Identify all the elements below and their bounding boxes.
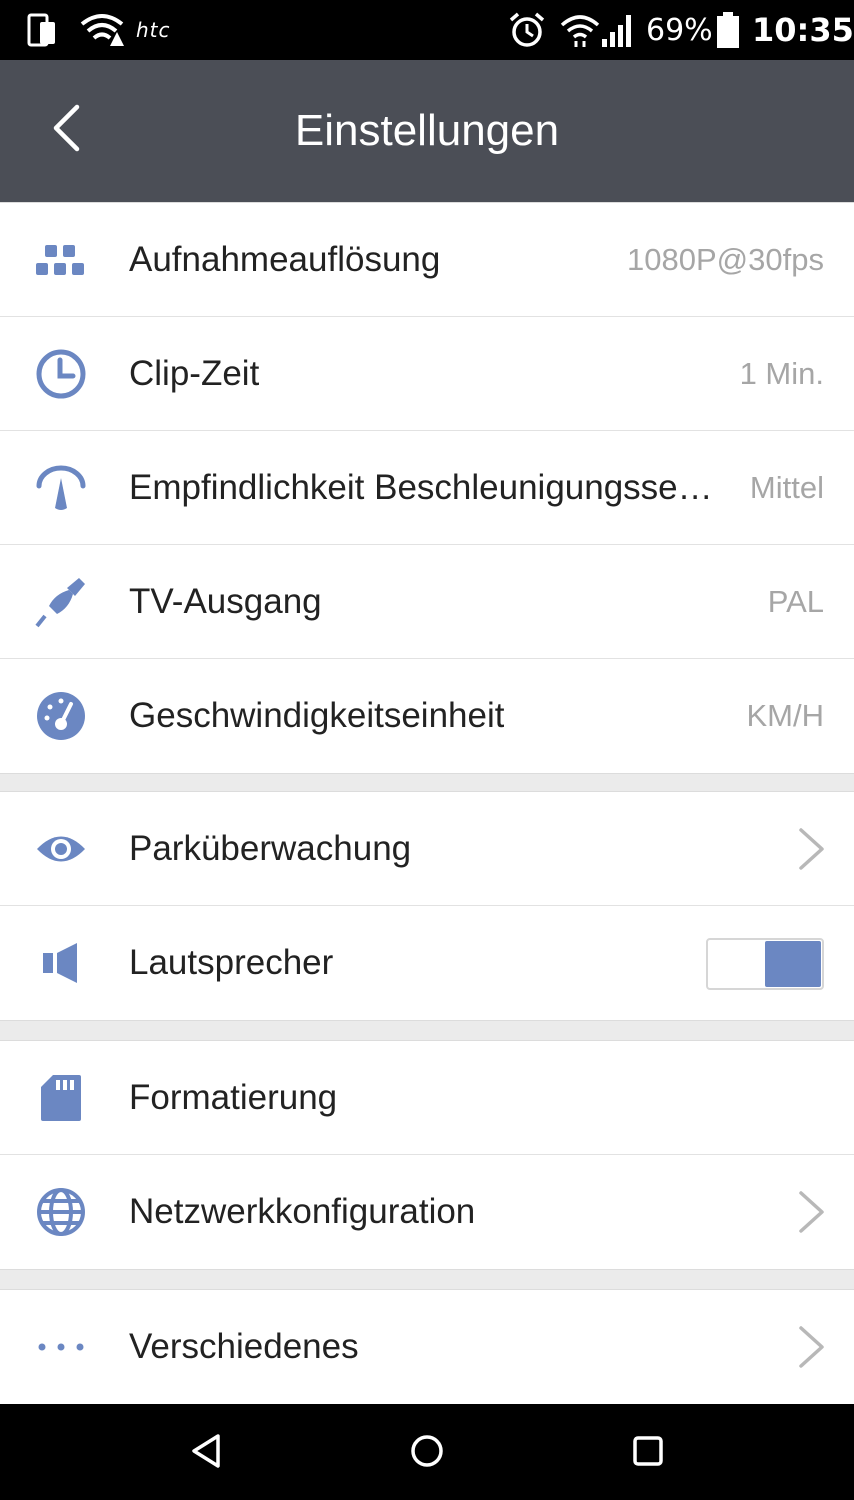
speedometer-icon bbox=[34, 690, 88, 742]
setting-label: Lautsprecher bbox=[129, 943, 334, 982]
more-dots-icon bbox=[34, 1321, 88, 1373]
setting-label: Geschwindigkeitseinheit bbox=[129, 696, 505, 735]
page-title: Einstellungen bbox=[294, 106, 560, 155]
setting-label: Clip-Zeit bbox=[129, 354, 260, 393]
setting-label: Netzwerkkonfiguration bbox=[129, 1192, 476, 1231]
nav-recents-button[interactable] bbox=[621, 1426, 675, 1480]
setting-value: 1 Min. bbox=[739, 356, 824, 391]
globe-icon bbox=[34, 1186, 88, 1238]
toggle-knob bbox=[765, 941, 821, 987]
clock-time: 10:35 bbox=[752, 11, 854, 49]
brand-label: htc bbox=[136, 18, 171, 42]
home-circle-icon bbox=[410, 1434, 444, 1473]
phone-rotate-icon bbox=[26, 0, 58, 60]
setting-miscellaneous[interactable]: Verschiedenes bbox=[0, 1290, 854, 1404]
setting-value: 1080P@30fps bbox=[627, 242, 824, 277]
triangle-back-icon bbox=[190, 1433, 222, 1474]
setting-label: Verschiedenes bbox=[129, 1327, 359, 1366]
speaker-toggle[interactable] bbox=[706, 938, 824, 990]
back-arrow-icon bbox=[51, 104, 81, 157]
setting-clip-time[interactable]: Clip-Zeit 1 Min. bbox=[0, 317, 854, 431]
setting-tv-output[interactable]: TV-Ausgang PAL bbox=[0, 545, 854, 659]
speaker-icon bbox=[34, 937, 88, 989]
status-bar: htc 69% 10:35 bbox=[0, 0, 854, 60]
alarm-icon bbox=[508, 0, 546, 60]
setting-label: TV-Ausgang bbox=[129, 582, 322, 621]
settings-group-misc: Verschiedenes bbox=[0, 1289, 854, 1404]
square-recents-icon bbox=[632, 1435, 664, 1472]
wifi-icon bbox=[560, 0, 600, 60]
signal-icon bbox=[600, 0, 636, 60]
setting-value: KM/H bbox=[746, 698, 825, 733]
eye-icon bbox=[34, 823, 88, 875]
nav-home-button[interactable] bbox=[400, 1426, 454, 1480]
setting-speaker[interactable]: Lautsprecher bbox=[0, 906, 854, 1020]
chevron-right-icon bbox=[796, 827, 826, 871]
nav-back-button[interactable] bbox=[179, 1426, 233, 1480]
chevron-right-icon bbox=[796, 1190, 826, 1234]
back-button[interactable] bbox=[36, 100, 96, 160]
sd-card-icon bbox=[34, 1072, 88, 1124]
clock-icon bbox=[34, 348, 88, 400]
settings-group-camera: Aufnahmeauflösung 1080P@30fps Clip-Zeit … bbox=[0, 202, 854, 774]
cable-plug-icon bbox=[34, 576, 88, 628]
navigation-bar bbox=[0, 1404, 854, 1500]
setting-format[interactable]: Formatierung bbox=[0, 1041, 854, 1155]
wifi-warning-icon bbox=[80, 0, 124, 60]
app-bar: Einstellungen bbox=[0, 60, 854, 202]
sensor-gauge-icon bbox=[34, 462, 88, 514]
setting-speed-unit[interactable]: Geschwindigkeitseinheit KM/H bbox=[0, 659, 854, 773]
chevron-right-icon bbox=[796, 1325, 826, 1369]
setting-parking-monitor[interactable]: Parküberwachung bbox=[0, 792, 854, 906]
setting-label: Empfindlichkeit Beschleunigungssensor bbox=[129, 468, 714, 507]
resolution-grid-icon bbox=[34, 234, 88, 286]
setting-label: Formatierung bbox=[129, 1078, 338, 1117]
setting-value: PAL bbox=[767, 584, 824, 619]
battery-icon bbox=[716, 0, 740, 60]
setting-label: Aufnahmeauflösung bbox=[129, 240, 441, 279]
setting-value: Mittel bbox=[749, 470, 824, 505]
setting-recording-resolution[interactable]: Aufnahmeauflösung 1080P@30fps bbox=[0, 203, 854, 317]
settings-group-monitoring: Parküberwachung Lautsprecher bbox=[0, 791, 854, 1021]
setting-gsensor-sensitivity[interactable]: Empfindlichkeit Beschleunigungssensor Mi… bbox=[0, 431, 854, 545]
battery-percent: 69% bbox=[646, 12, 713, 48]
setting-label: Parküberwachung bbox=[129, 829, 412, 868]
settings-group-storage-network: Formatierung Netzwerkkonfiguration bbox=[0, 1040, 854, 1270]
setting-network-config[interactable]: Netzwerkkonfiguration bbox=[0, 1155, 854, 1269]
